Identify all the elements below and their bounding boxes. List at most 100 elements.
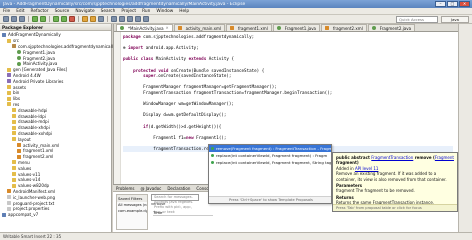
tree-item-label: bin	[13, 90, 20, 96]
tree-item-label: drawable-hdpi	[18, 107, 48, 113]
editor-tab-label: activity_main.xml	[185, 25, 221, 31]
tree-item-label: com.sjpptechnologies.addfragmentdynamica…	[18, 43, 116, 49]
method-icon	[211, 161, 214, 164]
back-icon[interactable]	[135, 16, 141, 22]
android-sdk-icon[interactable]	[32, 16, 38, 22]
folder-icon	[12, 177, 16, 182]
quick-access-input[interactable]: Quick Access	[396, 16, 438, 23]
code-line: super.onCreate(savedInstanceState);	[143, 73, 232, 79]
folder-icon	[7, 38, 11, 43]
right-side-trim	[458, 24, 472, 232]
save-icon[interactable]	[11, 16, 17, 22]
folder-icon	[12, 131, 16, 136]
menu-refactor[interactable]: Refactor	[31, 9, 49, 14]
menu-navigate[interactable]: Navigate	[75, 9, 94, 14]
package-explorer-tab[interactable]: Package Explorer	[0, 24, 111, 31]
editor-tab-label: Fragment2.java	[379, 25, 412, 31]
tree-item-label: fragment2.xml	[23, 154, 54, 160]
code-line: if(d.getWidth()>d.getHeight()){	[143, 123, 222, 129]
new-class-icon[interactable]	[98, 16, 104, 22]
avd-manager-icon[interactable]	[40, 16, 46, 22]
tree-item-label: drawable-ldpi	[18, 113, 46, 119]
run-icon[interactable]	[61, 16, 67, 22]
tree-item-label: activity_main.xml	[23, 142, 60, 148]
editor-tab[interactable]: Fragment1.java	[272, 24, 321, 31]
menu-file[interactable]: File	[3, 9, 10, 14]
editor-tab[interactable]: fragment1.xml	[226, 24, 272, 31]
java-perspective-button[interactable]: Java	[441, 16, 469, 23]
xml-file-icon	[7, 189, 11, 194]
tab-declaration[interactable]: Declaration	[167, 186, 190, 191]
menu-help[interactable]: Help	[179, 9, 189, 14]
xml-file-icon	[177, 26, 182, 30]
file-icon	[7, 195, 11, 200]
tree-item-label: drawable-xxhdpi	[18, 130, 53, 136]
logcat-search-input[interactable]: Search for messages. Accepts Java regexe…	[151, 194, 199, 214]
folder-icon	[12, 172, 16, 177]
new-package-icon[interactable]	[90, 16, 96, 22]
proposal-item[interactable]: replace(int containerViewId, Fragment fr…	[209, 152, 331, 159]
saved-filter-app[interactable]: com.example.dynam	[117, 208, 147, 214]
tree-item-label: Fragment2.java	[23, 55, 56, 61]
external-tools-icon[interactable]	[69, 16, 75, 22]
added-in-label: Added in	[336, 165, 355, 171]
time-column-header[interactable]: Time	[153, 210, 213, 216]
tree-item[interactable]: appcompat_v7	[0, 212, 111, 218]
tab-problems[interactable]: Problems	[116, 186, 134, 191]
menu-project[interactable]: Project	[121, 9, 136, 14]
menu-source[interactable]: Source	[55, 9, 70, 14]
new-java-project-icon[interactable]	[82, 16, 88, 22]
api-level-link[interactable]: API level 11	[355, 166, 378, 171]
editor-tab[interactable]: *MainActivity.java ✕	[116, 24, 173, 31]
folder-icon	[12, 125, 16, 130]
minimize-button[interactable]: –	[435, 1, 446, 7]
tree-item-label: gen [Generated Java Files]	[13, 67, 68, 73]
tab-javadoc[interactable]: @ Javadoc	[140, 186, 161, 191]
proposal-label: replace(int containerViewId, Fragment fr…	[216, 153, 328, 158]
tree-item-label: values-w820dp	[18, 183, 50, 189]
status-bar: Writable Smart Insert 22 : 35	[0, 232, 472, 240]
log-level-select[interactable]: verbose	[151, 202, 165, 206]
return-type-link[interactable]: FragmentTransaction	[371, 155, 413, 160]
menu-run[interactable]: Run	[142, 9, 150, 14]
folder-icon	[12, 119, 16, 124]
new-icon[interactable]	[3, 16, 9, 22]
folder-icon	[12, 114, 16, 119]
project-icon	[2, 32, 6, 37]
debug-icon[interactable]	[53, 16, 59, 22]
search-icon[interactable]	[119, 16, 125, 22]
next-annotation-icon[interactable]	[127, 16, 133, 22]
menu-edit[interactable]: Edit	[16, 9, 24, 14]
folder-icon	[12, 166, 16, 171]
proposal-item[interactable]: replace(int containerViewId, Fragment fr…	[209, 159, 331, 166]
menu-search[interactable]: Search	[101, 9, 116, 14]
window-titlebar: Java - AddFragmentDynamically/src/com/sj…	[0, 0, 472, 8]
forward-icon[interactable]	[143, 16, 149, 22]
maximize-button[interactable]: □	[447, 1, 458, 7]
close-tab-icon[interactable]: ✕	[166, 26, 169, 30]
folder-icon	[7, 102, 11, 107]
signature-param: fragment)	[336, 160, 359, 166]
xml-file-icon	[17, 148, 21, 153]
xml-file-icon	[230, 26, 234, 30]
editor-tab[interactable]: fragment2.xml	[321, 24, 367, 31]
print-icon[interactable]	[19, 16, 25, 22]
xml-file-icon	[325, 26, 330, 30]
folder-icon	[12, 137, 16, 142]
tree-item-label: res	[13, 101, 20, 107]
method-icon	[211, 147, 214, 150]
signature-prefix: public abstract	[336, 155, 372, 160]
open-type-icon[interactable]	[111, 16, 117, 22]
code-line: package com.sjpptechnologies.addfragment…	[123, 34, 255, 39]
close-button[interactable]: ✕	[459, 1, 470, 7]
window-title: Java - AddFragmentDynamically/src/com/sj…	[3, 1, 246, 7]
folder-icon	[7, 85, 11, 90]
code-line: ⊕ import android.app.Activity;	[123, 45, 199, 51]
editor-tab[interactable]: Fragment2.java	[367, 24, 416, 31]
tree-item-label: values-v11	[18, 171, 41, 177]
menu-window[interactable]: Window	[156, 9, 173, 14]
param-type-link[interactable]: Fragment	[435, 155, 454, 160]
proposal-item[interactable]: remove(Fragment fragment) : FragmentTran…	[209, 145, 331, 152]
editor-tab[interactable]: activity_main.xml	[173, 24, 225, 31]
java-file-icon	[17, 61, 21, 66]
